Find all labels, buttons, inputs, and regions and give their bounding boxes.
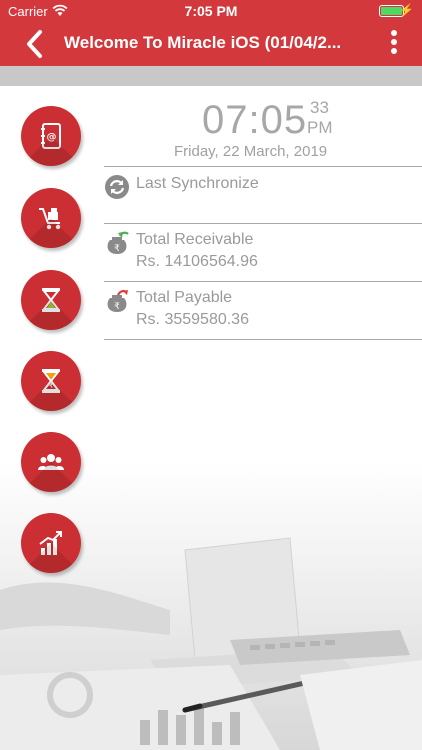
hourglass-icon bbox=[41, 288, 61, 312]
cart-icon bbox=[39, 208, 61, 230]
growth-chart-button[interactable] bbox=[21, 513, 81, 573]
payable-label: Total Payable bbox=[136, 289, 233, 306]
hourglass-button[interactable] bbox=[21, 270, 81, 330]
payable-value: Rs. 3559580.36 bbox=[136, 311, 249, 328]
divider bbox=[104, 223, 422, 224]
receivable-label: Total Receivable bbox=[136, 231, 254, 248]
clock-date: Friday, 22 March, 2019 bbox=[174, 143, 328, 160]
sub-header-bar bbox=[0, 66, 422, 86]
status-time: 7:05 PM bbox=[184, 3, 238, 19]
address-book-button[interactable]: @ bbox=[21, 106, 81, 166]
navigation-bar: Welcome To Miracle iOS (01/04/2... bbox=[0, 22, 422, 66]
status-bar: Carrier 7:05 PM ⚡ bbox=[0, 0, 422, 22]
money-bag-out-icon: ₹ bbox=[107, 289, 128, 312]
more-vertical-icon[interactable] bbox=[388, 30, 400, 58]
divider bbox=[104, 166, 422, 167]
payable-row[interactable]: ₹ Total Payable Rs. 3559580.36 bbox=[104, 288, 422, 338]
sync-row[interactable]: Last Synchronize bbox=[104, 174, 422, 222]
header: Carrier 7:05 PM ⚡ Welcome To Miracle iOS… bbox=[0, 0, 422, 66]
users-button[interactable] bbox=[21, 432, 81, 492]
svg-text:₹: ₹ bbox=[114, 244, 120, 254]
sync-label: Last Synchronize bbox=[136, 175, 259, 192]
cart-button[interactable] bbox=[21, 188, 81, 248]
divider bbox=[104, 339, 422, 340]
address-book-icon: @ bbox=[41, 123, 61, 149]
svg-text:₹: ₹ bbox=[49, 382, 54, 390]
chevron-left-icon[interactable] bbox=[22, 28, 48, 60]
users-icon bbox=[38, 454, 64, 470]
clock-seconds: 33 bbox=[310, 98, 329, 117]
svg-text:₹: ₹ bbox=[114, 302, 120, 312]
hourglass-pending-icon: ₹ bbox=[41, 369, 61, 393]
svg-text:@: @ bbox=[47, 132, 57, 143]
growth-chart-icon bbox=[39, 531, 62, 555]
receivable-value: Rs. 14106564.96 bbox=[136, 253, 258, 270]
office-background-image bbox=[0, 460, 422, 750]
charging-icon: ⚡ bbox=[399, 3, 414, 17]
divider bbox=[104, 281, 422, 282]
receivable-row[interactable]: ₹ Total Receivable Rs. 14106564.96 bbox=[104, 230, 422, 280]
clock-ampm: PM bbox=[307, 118, 333, 137]
sync-icon bbox=[105, 175, 129, 199]
clock-widget: 07:05 33 PM Friday, 22 March, 2019 bbox=[104, 96, 334, 166]
page-title: Welcome To Miracle iOS (01/04/2... bbox=[64, 33, 342, 52]
hourglass-pending-button[interactable]: ₹ bbox=[21, 351, 81, 411]
clock-time: 07:05 bbox=[202, 98, 308, 142]
money-bag-in-icon: ₹ bbox=[107, 231, 129, 254]
